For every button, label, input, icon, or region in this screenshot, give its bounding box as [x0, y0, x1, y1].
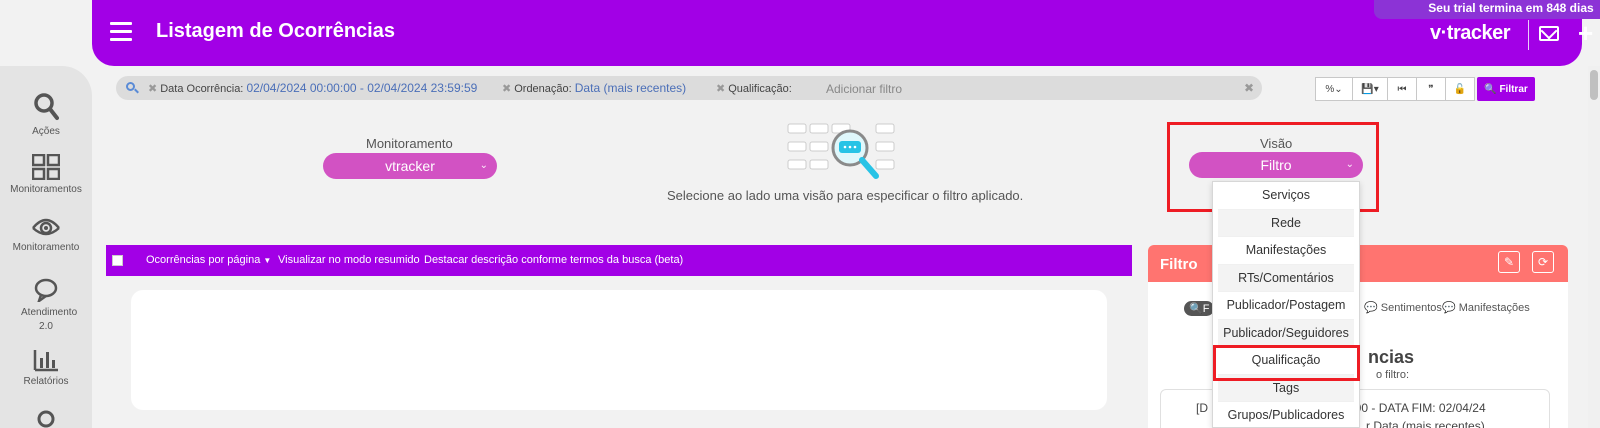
highlight-terms-toggle[interactable]: Destacar descrição conforme termos da bu…	[424, 254, 683, 266]
sidebar-item-label: Atendimento 2.0	[21, 307, 78, 332]
location-pin-icon	[37, 410, 55, 428]
sidebar-item-label: Monitoramentos	[10, 184, 82, 195]
filter-chip-ordenacao[interactable]: ✖ Ordenação: Data (mais recentes)	[502, 81, 686, 95]
monitoramento-label: Monitoramento	[366, 136, 453, 151]
dropdown-item-rts-comentarios[interactable]: RTs/Comentários	[1218, 264, 1354, 292]
add-filter-input[interactable]: Adicionar filtro	[826, 82, 902, 96]
page-title: Listagem de Ocorrências	[156, 20, 395, 42]
close-icon[interactable]: ✖	[148, 83, 157, 95]
sidebar-item-label: Relatórios	[23, 376, 69, 387]
occurrences-toolbar: Ocorrências por página ▼ Visualizar no m…	[106, 245, 1132, 276]
empty-search-illustration	[787, 123, 895, 179]
active-filters-bar: ✖ Data Ocorrência: 02/04/2024 00:00:00 - …	[116, 76, 1262, 100]
tab-sentimentos[interactable]: 💬 Sentimentos	[1364, 301, 1442, 314]
dropdown-item-manifestacoes[interactable]: Manifestações	[1218, 237, 1354, 265]
panel-heading: ncias	[1368, 347, 1415, 367]
chat-bubble-icon	[34, 278, 58, 302]
sidebar-item-monitoramentos[interactable]: Monitoramentos	[0, 154, 92, 195]
first-page-button[interactable]: ⏮	[1387, 77, 1417, 101]
occurrences-list	[131, 290, 1107, 410]
trial-banner: Seu trial termina em 848 dias	[1374, 0, 1600, 19]
filter-chip-qualificacao[interactable]: ✖ Qualificação:	[716, 81, 792, 95]
panel-subheading: o filtro:	[1376, 369, 1410, 381]
grid-icon	[32, 154, 60, 180]
search-icon	[34, 93, 59, 120]
filter-chip-data[interactable]: ✖ Data Ocorrência: 02/04/2024 00:00:00 - …	[148, 81, 477, 95]
page-scrollbar[interactable]	[1588, 66, 1600, 428]
empty-state-message: Selecione ao lado uma visão para especif…	[667, 188, 1024, 203]
dropdown-item-grupos-publicadores[interactable]: Grupos/Publicadores	[1218, 402, 1354, 428]
summary-mode-toggle[interactable]: Visualizar no modo resumido	[278, 254, 420, 266]
sidebar-item-location[interactable]	[0, 410, 92, 428]
sidebar-item-monitoramento[interactable]: Monitoramento	[0, 214, 92, 253]
quote-button[interactable]: ❞	[1416, 77, 1446, 101]
brand-logo[interactable]: v·tracker	[1430, 22, 1511, 45]
panel-title: Filtro	[1160, 256, 1198, 273]
close-icon[interactable]: ✖	[502, 83, 511, 95]
dropdown-item-publicador-seguidores[interactable]: Publicador/Seguidores	[1218, 319, 1354, 347]
visao-dropdown: Serviços Rede Manifestações RTs/Comentár…	[1212, 181, 1360, 428]
highlight-box-qualificacao	[1213, 345, 1360, 381]
close-icon[interactable]: ✖	[716, 83, 725, 95]
sidebar-item-label: Ações	[32, 126, 60, 137]
tab-manifestacoes[interactable]: 💬 Manifestações	[1442, 301, 1530, 314]
sidebar: Ações Monitoramentos Monitoramento Atend…	[0, 66, 92, 428]
select-all-checkbox[interactable]	[112, 255, 123, 266]
tab-filtro[interactable]: 🔍F	[1184, 301, 1215, 316]
filter-description-line: r Data (mais recentes)	[1366, 419, 1485, 428]
filter-toolbar: %⌄ 💾▾ ⏮ ❞ 🔓 🔍 Filtrar	[1315, 77, 1535, 101]
plus-icon[interactable]: +	[1578, 20, 1593, 46]
mail-icon[interactable]	[1539, 26, 1559, 41]
refresh-icon[interactable]: ⟳	[1532, 251, 1554, 273]
sidebar-item-acoes[interactable]: Ações	[0, 92, 92, 137]
eye-icon	[32, 218, 60, 236]
unlock-button[interactable]: 🔓	[1445, 77, 1475, 101]
dropdown-item-servicos[interactable]: Serviços	[1218, 182, 1354, 210]
sidebar-item-relatorios[interactable]: Relatórios	[0, 348, 92, 387]
pencil-icon[interactable]: ✎	[1498, 251, 1520, 273]
scrollbar-thumb[interactable]	[1590, 70, 1598, 100]
clear-filters-icon[interactable]: ✖	[1244, 81, 1254, 95]
per-page-dropdown[interactable]: Ocorrências por página ▼	[146, 254, 271, 266]
dropdown-item-rede[interactable]: Rede	[1218, 209, 1354, 237]
save-dropdown-button[interactable]: 💾▾	[1352, 77, 1388, 101]
filter-button[interactable]: 🔍 Filtrar	[1477, 77, 1535, 101]
sidebar-item-atendimento[interactable]: Atendimento 2.0	[0, 278, 92, 334]
search-icon[interactable]	[126, 82, 135, 91]
monitoramento-select[interactable]: vtracker ⌄	[323, 153, 497, 179]
dropdown-item-publicador-postagem[interactable]: Publicador/Postagem	[1218, 292, 1354, 320]
app-header: Listagem de Ocorrências Seu trial termin…	[92, 0, 1600, 66]
sidebar-item-label: Monitoramento	[12, 242, 80, 253]
chevron-down-icon: ⌄	[479, 160, 488, 171]
bar-chart-icon	[33, 350, 58, 372]
hamburger-menu-icon[interactable]	[110, 22, 132, 42]
percent-dropdown-button[interactable]: %⌄	[1315, 77, 1353, 101]
header-divider	[1528, 20, 1529, 50]
